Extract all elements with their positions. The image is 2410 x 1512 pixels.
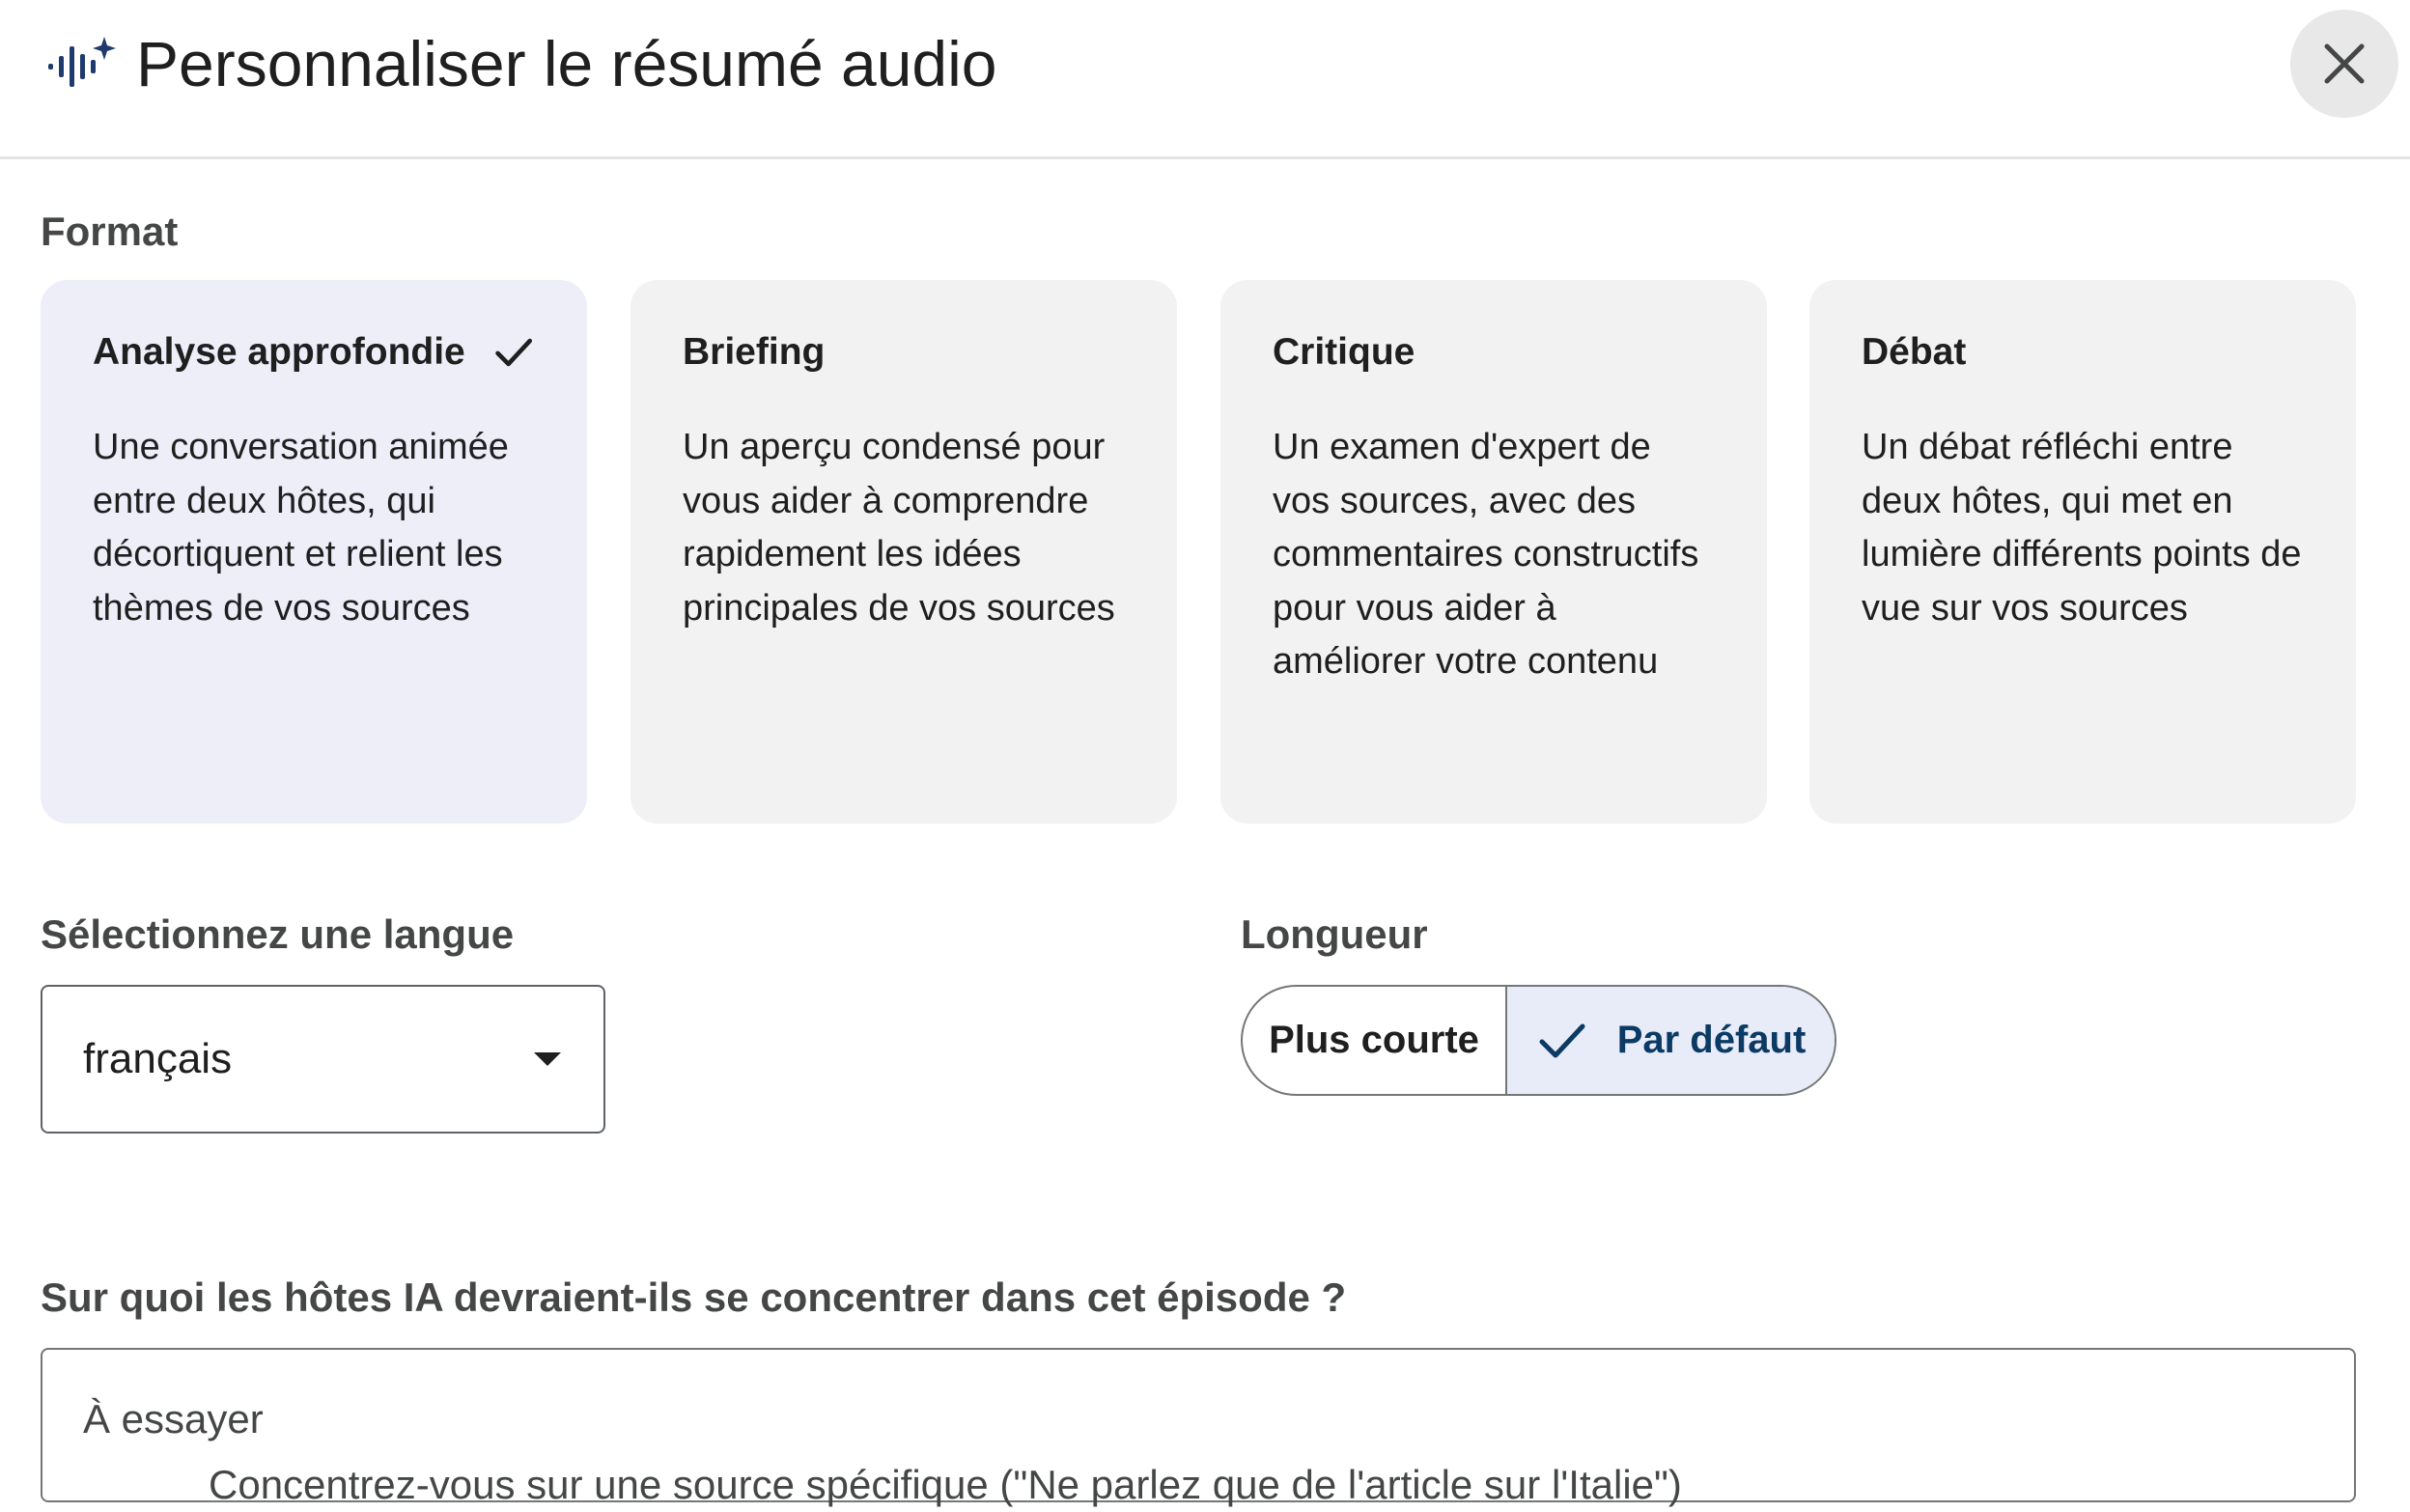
length-option-default[interactable]: Par défaut <box>1507 987 1835 1094</box>
format-label: Format <box>41 209 179 254</box>
length-option-label: Plus courte <box>1269 1019 1479 1061</box>
format-card-description: Un débat réfléchi entre deux hôtes, qui … <box>1862 427 2302 629</box>
format-card-description: Une conversation animée entre deux hôtes… <box>93 427 509 629</box>
format-card-description: Un examen d'expert de vos sources, avec … <box>1273 427 1699 682</box>
dialog-header: Personnaliser le résumé audio <box>0 0 2410 159</box>
focus-hint-line: Concentrez-vous sur une source spécifiqu… <box>209 1462 1682 1507</box>
dropdown-arrow-icon <box>534 1052 561 1066</box>
language-select[interactable]: français <box>41 985 605 1134</box>
focus-hint-title: À essayer <box>83 1396 264 1442</box>
focus-textarea[interactable]: À essayer Concentrez-vous sur une source… <box>41 1348 2356 1507</box>
format-card-title: Débat <box>1862 331 1967 373</box>
format-card-title-text: Analyse approfondie <box>93 331 465 373</box>
audio-sparkle-icon <box>48 37 116 87</box>
format-card-critique[interactable]: Critique Un examen d'expert de vos sourc… <box>1220 280 1767 824</box>
format-card-debat[interactable]: Débat Un débat réfléchi entre deux hôtes… <box>1809 280 2356 824</box>
language-label: Sélectionnez une langue <box>41 911 515 957</box>
format-card-title: Briefing <box>683 331 826 373</box>
format-card-analyse-approfondie[interactable]: Analyse approfondie Une conversation ani… <box>41 280 587 824</box>
close-button[interactable] <box>2290 10 2398 118</box>
length-label: Longueur <box>1241 911 1428 957</box>
close-icon <box>2324 43 2365 84</box>
format-card-title: Analyse approfondie <box>93 328 535 377</box>
check-icon <box>494 338 532 367</box>
length-toggle: Plus courte Par défaut <box>1241 985 1836 1096</box>
check-icon <box>1539 1023 1585 1057</box>
focus-label: Sur quoi les hôtes IA devraient-ils se c… <box>41 1274 1347 1320</box>
dialog-title: Personnaliser le résumé audio <box>136 28 997 99</box>
language-select-value: français <box>83 1035 233 1082</box>
format-card-title: Critique <box>1273 331 1415 373</box>
length-option-label: Par défaut <box>1616 1019 1807 1061</box>
format-card-briefing[interactable]: Briefing Un aperçu condensé pour vous ai… <box>631 280 1177 824</box>
length-option-shorter[interactable]: Plus courte <box>1243 987 1507 1094</box>
format-card-description: Un aperçu condensé pour vous aider à com… <box>683 427 1115 629</box>
